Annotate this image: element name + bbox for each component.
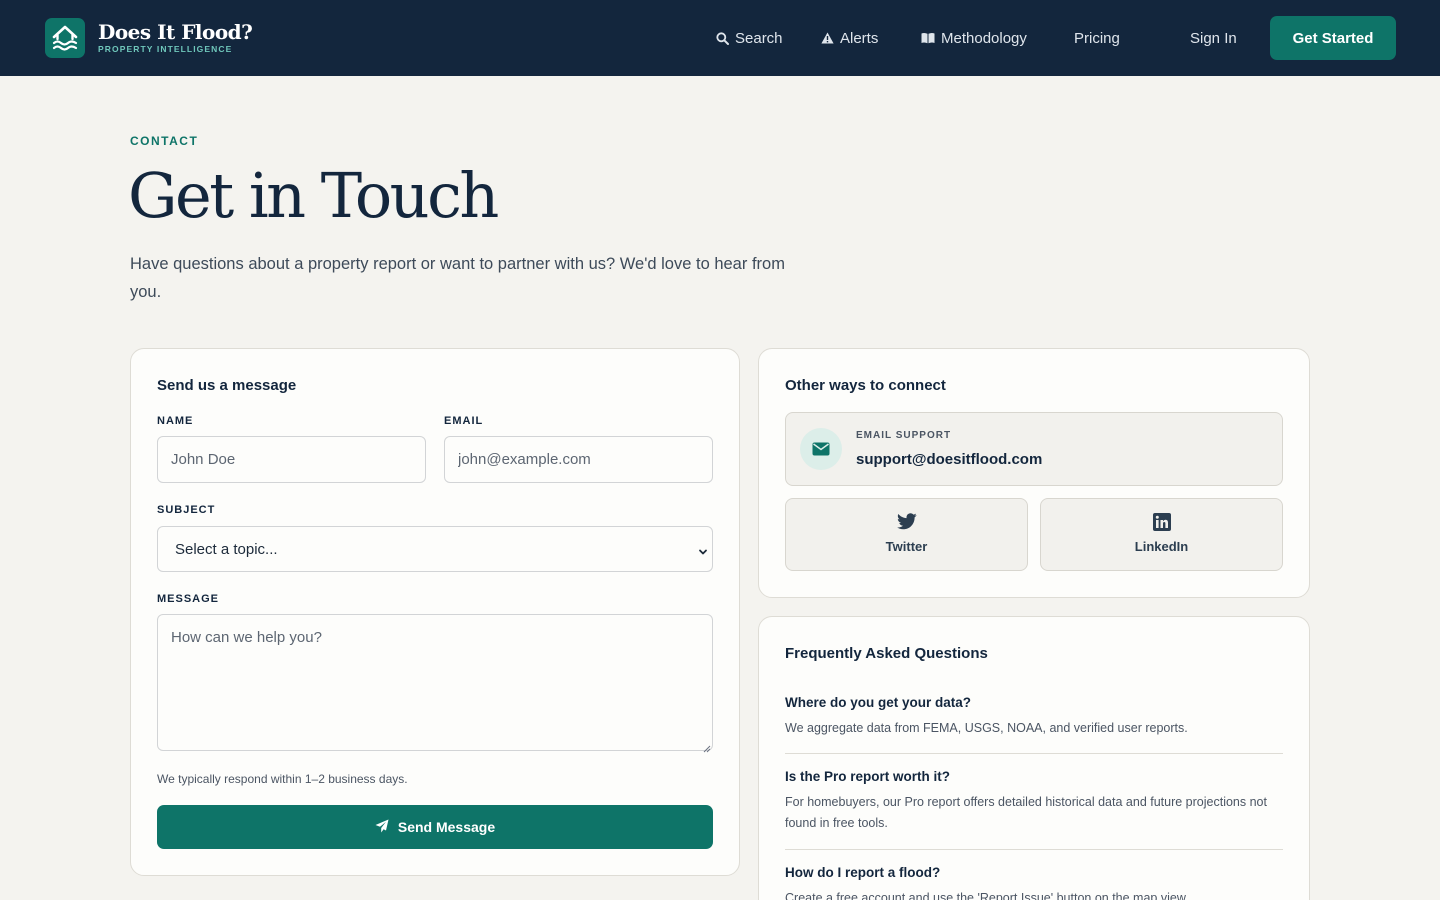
connect-title: Other ways to connect xyxy=(785,377,946,394)
linkedin-button[interactable]: LinkedIn xyxy=(1040,498,1283,571)
chevron-down-icon xyxy=(698,544,708,561)
twitter-icon xyxy=(786,513,1027,530)
search-icon xyxy=(716,31,729,45)
sign-in-link[interactable]: Sign In xyxy=(1190,28,1237,48)
faq-question: How do I report a flood? xyxy=(785,865,941,880)
faq-question: Is the Pro report worth it? xyxy=(785,769,951,784)
support-email-link[interactable]: support@doesitflood.com xyxy=(856,451,1042,468)
name-input[interactable] xyxy=(157,436,426,483)
contact-form-card: Send us a message NAME EMAIL SUBJECT Sel… xyxy=(130,348,740,876)
nav-pricing-label: Pricing xyxy=(1074,29,1120,47)
linkedin-label: LinkedIn xyxy=(1134,539,1189,554)
nav-methodology-label: Methodology xyxy=(941,29,1027,47)
faq-divider xyxy=(785,849,1283,850)
message-textarea[interactable] xyxy=(157,614,713,751)
warning-icon xyxy=(821,32,834,44)
linkedin-icon xyxy=(1041,513,1282,531)
subject-select[interactable]: Select a topic... xyxy=(157,526,713,572)
email-support-label: EMAIL SUPPORT xyxy=(856,430,952,441)
send-message-label: Send Message xyxy=(397,819,496,835)
subject-select-value: Select a topic... xyxy=(175,540,278,558)
response-time-note: We typically respond within 1–2 business… xyxy=(157,772,408,786)
nav-alerts-label: Alerts xyxy=(840,29,879,47)
faq-question: Where do you get your data? xyxy=(785,695,972,710)
faq-divider xyxy=(785,753,1283,754)
paper-plane-icon xyxy=(375,819,389,836)
book-icon xyxy=(921,32,935,44)
email-input[interactable] xyxy=(444,436,713,483)
twitter-label: Twitter xyxy=(885,539,928,554)
faq-title: Frequently Asked Questions xyxy=(785,645,988,662)
nav-alerts[interactable]: Alerts xyxy=(821,28,878,48)
faq-card: Frequently Asked Questions Where do you … xyxy=(758,616,1310,900)
form-title: Send us a message xyxy=(157,377,297,394)
email-label: EMAIL xyxy=(444,415,484,427)
nav-pricing[interactable]: Pricing xyxy=(1074,28,1120,48)
email-support-box[interactable]: EMAIL SUPPORT support@doesitflood.com xyxy=(785,412,1283,486)
top-navbar: Does It Flood? PROPERTY INTELLIGENCE Sea… xyxy=(0,0,1440,76)
connect-card: Other ways to connect EMAIL SUPPORT supp… xyxy=(758,348,1310,598)
name-label: NAME xyxy=(157,415,194,427)
page-eyebrow: CONTACT xyxy=(130,134,199,148)
page-title: Get in Touch xyxy=(128,159,499,232)
nav-search[interactable]: Search xyxy=(716,28,783,48)
nav-search-label: Search xyxy=(735,29,783,47)
faq-answer: Create a free account and use the 'Repor… xyxy=(785,891,1189,900)
get-started-button[interactable]: Get Started xyxy=(1270,16,1396,60)
faq-answer: For homebuyers, our Pro report offers de… xyxy=(785,795,1267,830)
subject-label: SUBJECT xyxy=(157,504,216,516)
nav-methodology[interactable]: Methodology xyxy=(921,28,1027,48)
twitter-button[interactable]: Twitter xyxy=(785,498,1028,571)
message-label: MESSAGE xyxy=(157,593,220,605)
envelope-icon xyxy=(800,428,842,470)
faq-answer: We aggregate data from FEMA, USGS, NOAA,… xyxy=(785,721,1188,735)
send-message-button[interactable]: Send Message xyxy=(157,805,713,849)
page-intro: Have questions about a property report o… xyxy=(130,255,785,301)
resize-grip-icon[interactable] xyxy=(703,740,711,758)
sign-in-label: Sign In xyxy=(1190,29,1237,47)
